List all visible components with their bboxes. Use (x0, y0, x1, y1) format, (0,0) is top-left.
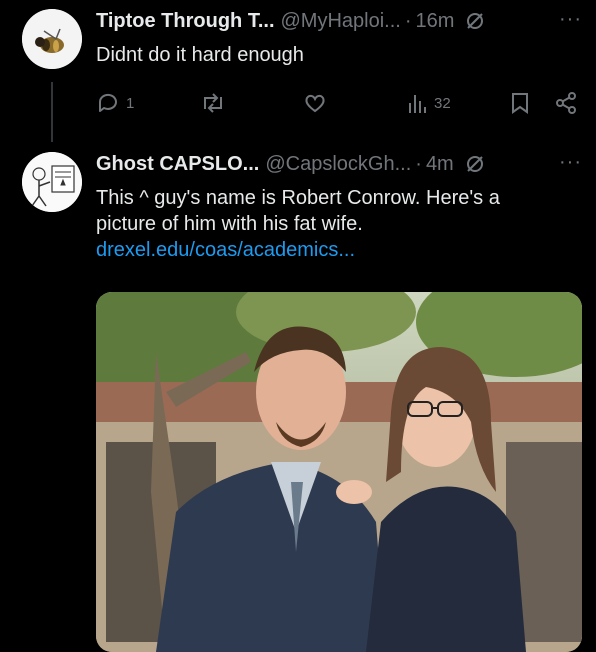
reply-button[interactable]: 1 (96, 91, 134, 115)
display-name[interactable]: Tiptoe Through T... (96, 10, 275, 33)
tweet-header: Tiptoe Through T... @MyHaploi... · 16m (96, 8, 486, 34)
retweet-icon (204, 93, 222, 113)
timestamp[interactable]: 4m (426, 153, 454, 176)
retweet-button[interactable] (200, 91, 226, 115)
user-handle[interactable]: @CapslockGh... (265, 153, 411, 176)
avatar[interactable] (22, 152, 82, 212)
share-button[interactable] (554, 91, 578, 115)
thread-line (51, 82, 53, 142)
timestamp[interactable]: 16m (416, 10, 455, 33)
cartoon-avatar-icon (22, 152, 82, 212)
more-icon[interactable]: ··· (559, 8, 582, 31)
tweet-text-line: picture of him with his fat wife. (96, 213, 363, 235)
no-edit-icon (464, 10, 486, 32)
bookmark-icon (512, 93, 528, 114)
tweet-text: This ^ guy's name is Robert Conrow. Here… (96, 185, 500, 263)
no-edit-icon (464, 153, 486, 175)
separator: · (404, 9, 412, 32)
views-icon (409, 95, 426, 113)
photo-image (96, 292, 582, 652)
view-count: 32 (434, 94, 451, 112)
separator: · (415, 152, 422, 175)
tweet-photo[interactable] (96, 292, 582, 652)
bee-avatar-icon (22, 9, 82, 69)
more-icon[interactable]: ··· (559, 151, 582, 174)
views-button[interactable]: 32 (406, 91, 451, 115)
user-handle[interactable]: @MyHaploi... (281, 10, 401, 33)
avatar[interactable] (22, 9, 82, 69)
display-name[interactable]: Ghost CAPSLO... (96, 153, 259, 176)
tweet-text-line: This ^ guy's name is Robert Conrow. Here… (96, 187, 500, 209)
like-icon (305, 94, 325, 113)
tweet-text: Didnt do it hard enough (96, 44, 304, 66)
tweet-link[interactable]: drexel.edu/coas/academics... (96, 237, 500, 263)
share-icon (556, 92, 576, 114)
like-button[interactable] (303, 91, 327, 115)
bookmark-button[interactable] (510, 91, 530, 115)
reply-count: 1 (126, 94, 135, 112)
reply-icon (98, 93, 117, 112)
tweet-header: Ghost CAPSLO... @CapslockGh... · 4m (96, 151, 486, 177)
